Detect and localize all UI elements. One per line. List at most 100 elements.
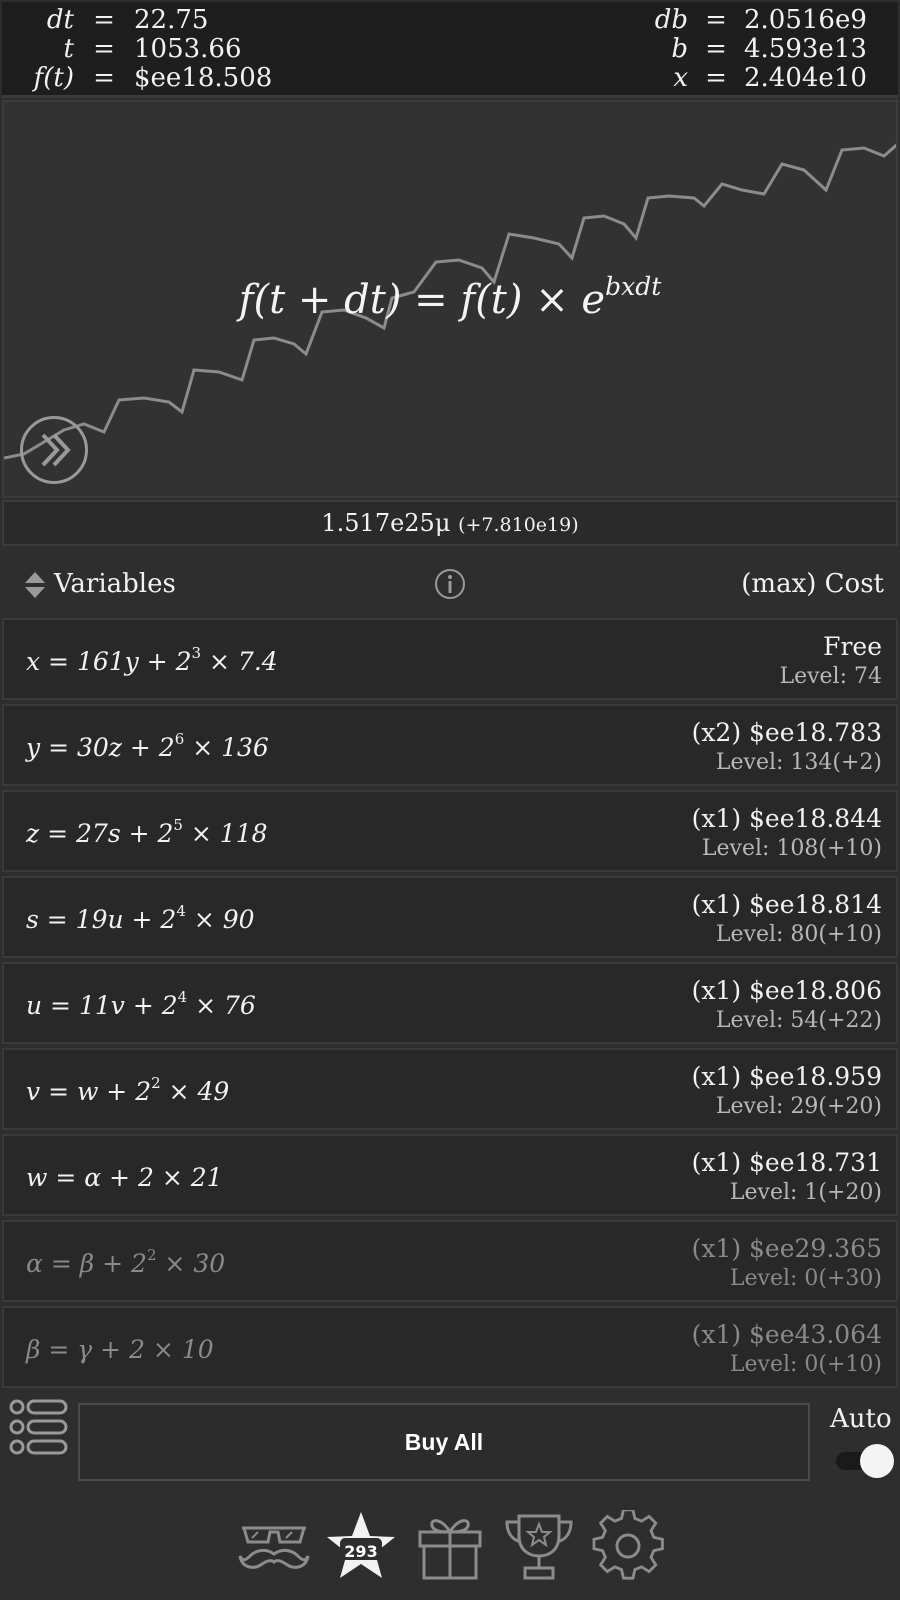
disguise-glasses-mustache-icon[interactable]	[238, 1510, 310, 1582]
upgrade-cost: (x1) $ee18.814	[691, 890, 882, 919]
upgrade-row[interactable]: β = γ + 2 × 10 (x1) $ee43.064 Level: 0(+10…	[2, 1306, 898, 1388]
upgrade-row[interactable]: y = 30z + 26 × 136 (x2) $ee18.783 Level: 1…	[2, 704, 898, 786]
stars-tab[interactable]: 293	[325, 1510, 397, 1582]
stat-x-name: x	[673, 63, 688, 93]
upgrade-formula-lhs: β = γ + 2 × 10	[26, 1335, 214, 1364]
variables-header: Variables (max) Cost	[0, 556, 900, 612]
star-count: 293	[344, 1542, 378, 1561]
stat-t: t = 1053.66	[2, 35, 272, 64]
auto-toggle[interactable]	[836, 1444, 894, 1478]
stat-b-name: b	[671, 34, 688, 64]
fast-forward-icon	[41, 433, 71, 467]
upgrade-formula-lhs: z = 27s + 2	[26, 819, 174, 848]
currency-rate: (+7.810e19)	[458, 514, 579, 536]
upgrade-cost: (x1) $ee18.959	[691, 1062, 882, 1091]
settings-gear-icon[interactable]	[592, 1510, 664, 1582]
stat-eq: =	[93, 34, 115, 64]
upgrade-formula-lhs: x = 161y + 2	[26, 647, 192, 676]
graph-formula: f(t + dt) = f(t) × ebxdt	[4, 272, 896, 323]
upgrade-formula-exp: 5	[173, 816, 183, 834]
trophy-icon[interactable]	[503, 1510, 575, 1582]
upgrade-formula: u = 11v + 24 × 76	[26, 988, 256, 1020]
upgrade-level: Level: 0(+30)	[729, 1266, 882, 1291]
upgrade-formula-exp: 3	[191, 644, 202, 662]
stat-t-name: t	[63, 34, 74, 64]
stats-left: dt = 22.75 t = 1053.66 f(t) = $ee18.508	[2, 5, 273, 93]
upgrade-formula-rhs: × 30	[156, 1249, 226, 1278]
stat-b-value: 4.593e13	[744, 34, 867, 64]
stat-eq: =	[705, 5, 727, 35]
stat-db-value: 2.0516e9	[744, 5, 867, 35]
upgrade-formula-rhs: × 76	[187, 991, 256, 1020]
stat-dt-value: 22.75	[134, 5, 209, 35]
gift-icon[interactable]	[414, 1510, 486, 1582]
upgrade-level: Level: 134(+2)	[715, 750, 882, 775]
currency-value: 1.517e25μ	[321, 509, 451, 537]
upgrade-formula: β = γ + 2 × 10	[26, 1332, 214, 1364]
upgrade-formula-rhs: × 136	[184, 733, 269, 762]
stat-dt-name: dt	[46, 5, 74, 35]
list-icon[interactable]	[8, 1396, 70, 1458]
upgrade-formula-rhs: × 90	[185, 905, 255, 934]
upgrade-cost: (x1) $ee43.064	[691, 1320, 882, 1349]
upgrade-formula-exp: 4	[177, 988, 188, 1006]
upgrade-formula-lhs: v = w + 2	[26, 1077, 152, 1106]
upgrade-formula-lhs: s = 19u + 2	[26, 905, 177, 934]
stat-ft: f(t) = $ee18.508	[2, 63, 273, 93]
upgrade-cost: (x1) $ee18.731	[691, 1148, 882, 1177]
upgrade-cost: (x1) $ee18.806	[691, 976, 882, 1005]
upgrade-formula-rhs: × 7.4	[201, 647, 278, 676]
stat-t-value: 1053.66	[134, 34, 242, 64]
upgrade-row[interactable]: x = 161y + 23 × 7.4 Free Level: 74	[2, 618, 898, 700]
upgrade-level: Level: 1(+20)	[729, 1180, 882, 1205]
upgrade-formula: v = w + 22 × 49	[26, 1074, 229, 1106]
currency-bar: 1.517e25μ (+7.810e19)	[2, 500, 898, 546]
stat-x: x = 2.404e10	[628, 64, 878, 93]
upgrade-row[interactable]: u = 11v + 24 × 76 (x1) $ee18.806 Level: 54…	[2, 962, 898, 1044]
stats-right: db = 2.0516e9 b = 4.593e13 x = 2.404e10	[628, 6, 878, 93]
upgrade-formula: s = 19u + 24 × 90	[26, 902, 255, 934]
info-icon[interactable]	[434, 568, 466, 600]
upgrade-row[interactable]: α = β + 22 × 30 (x1) $ee29.365 Level: 0(+3…	[2, 1220, 898, 1302]
upgrade-formula: w = α + 2 × 21	[26, 1160, 223, 1192]
upgrade-formula-lhs: u = 11v + 2	[26, 991, 178, 1020]
upgrade-cost: (x2) $ee18.783	[691, 718, 882, 747]
upgrade-formula: x = 161y + 23 × 7.4	[26, 644, 278, 676]
stat-eq: =	[705, 63, 727, 93]
upgrade-formula-exp: 4	[176, 902, 186, 920]
upgrade-level: Level: 108(+10)	[701, 836, 882, 861]
auto-label: Auto	[830, 1404, 892, 1434]
upgrade-row[interactable]: s = 19u + 24 × 90 (x1) $ee18.814 Level: 80…	[2, 876, 898, 958]
stat-ft-value: $ee18.508	[134, 63, 273, 93]
stat-b: b = 4.593e13	[628, 35, 878, 64]
fast-forward-button[interactable]	[20, 416, 88, 484]
stat-db-name: db	[654, 5, 688, 35]
upgrade-formula: z = 27s + 25 × 118	[26, 816, 268, 848]
bottom-nav: 293	[0, 1500, 900, 1600]
stat-ft-name: f(t)	[33, 63, 74, 93]
upgrade-level: Level: 74	[779, 664, 882, 689]
cost-header[interactable]: (max) Cost	[741, 569, 884, 599]
upgrade-formula-lhs: α = β + 2	[26, 1249, 147, 1278]
upgrade-list: x = 161y + 23 × 7.4 Free Level: 74 y = 30z …	[2, 618, 898, 1392]
upgrade-formula-lhs: w = α + 2 × 21	[26, 1163, 223, 1192]
sort-icon[interactable]	[24, 570, 46, 600]
stat-x-value: 2.404e10	[744, 63, 867, 93]
upgrade-row[interactable]: v = w + 22 × 49 (x1) $ee18.959 Level: 29(+…	[2, 1048, 898, 1130]
variables-title: Variables	[54, 569, 176, 599]
upgrade-level: Level: 54(+22)	[715, 1008, 882, 1033]
upgrade-level: Level: 0(+10)	[729, 1352, 882, 1377]
stat-eq: =	[705, 34, 727, 64]
stats-panel: dt = 22.75 t = 1053.66 f(t) = $ee18.508 …	[2, 2, 898, 98]
upgrade-formula-exp: 2	[151, 1074, 161, 1092]
upgrade-row[interactable]: z = 27s + 25 × 118 (x1) $ee18.844 Level: 1…	[2, 790, 898, 872]
stat-eq: =	[93, 63, 115, 93]
upgrade-formula: α = β + 22 × 30	[26, 1246, 225, 1278]
buy-all-button[interactable]: Buy All	[78, 1403, 810, 1481]
upgrade-row[interactable]: w = α + 2 × 21 (x1) $ee18.731 Level: 1(+20…	[2, 1134, 898, 1216]
stat-db: db = 2.0516e9	[628, 6, 878, 35]
upgrade-formula-lhs: y = 30z + 2	[26, 733, 175, 762]
auto-toggle-knob	[860, 1444, 894, 1478]
upgrade-cost: Free	[823, 632, 882, 661]
upgrade-cost: (x1) $ee29.365	[691, 1234, 882, 1263]
